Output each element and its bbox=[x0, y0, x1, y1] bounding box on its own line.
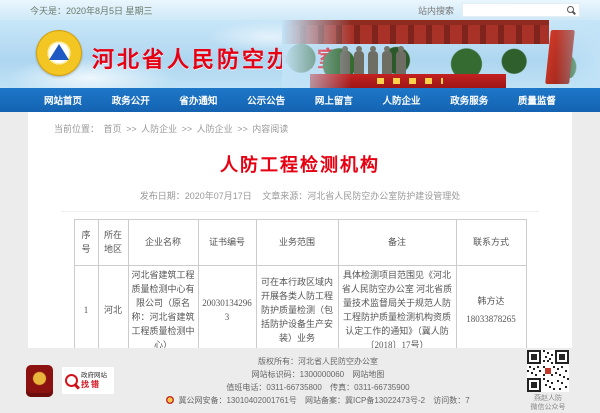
main-nav: 网站首页 政务公开 省办通知 公示公告 网上留言 人防企业 政务服务 质量监督 bbox=[0, 88, 600, 112]
breadcrumb-item-enterprises-2[interactable]: 人防企业 bbox=[197, 124, 233, 134]
find-error-magnifier-icon bbox=[65, 374, 78, 387]
content-panel: 当前位置： 首页 >> 人防企业 >> 人防企业 >> 内容阅读 人防工程检测机… bbox=[28, 112, 572, 348]
top-utility-bar: 今天是：2020年8月5日 星期三 站内搜索 bbox=[0, 0, 600, 20]
nav-item-gov-disclosure[interactable]: 政务公开 bbox=[112, 93, 150, 107]
publish-date: 发布日期：2020年07月17日 bbox=[140, 191, 252, 201]
nav-item-online-messages[interactable]: 网上留言 bbox=[315, 93, 353, 107]
col-cert-no: 证书编号 bbox=[198, 220, 256, 266]
nav-item-gov-services[interactable]: 政务服务 bbox=[450, 93, 488, 107]
footer-police-record-link[interactable]: 冀公网安备：13010402001761号 bbox=[178, 396, 296, 405]
breadcrumb-separator: >> bbox=[237, 124, 248, 134]
col-company: 企业名称 bbox=[128, 220, 198, 266]
footer-icp-record-link[interactable]: 网站备案：冀ICP备13022473号-2 bbox=[305, 396, 425, 405]
civil-air-defense-emblem-icon bbox=[36, 30, 82, 76]
cell-company: 河北省建筑工程质量检测中心有限公司（原名称：河北省建筑工程质量检测中心） bbox=[128, 266, 198, 349]
search-box bbox=[462, 3, 580, 17]
col-region: 所在地区 bbox=[98, 220, 128, 266]
find-error-line1: 政府网站 bbox=[81, 372, 107, 379]
footer-logos: 政府网站 找错 bbox=[26, 365, 114, 397]
search-input[interactable] bbox=[463, 4, 579, 16]
wechat-qr-block: 燕赵人防 微信公众号 bbox=[522, 350, 574, 412]
testing-orgs-table: 序号 所在地区 企业名称 证书编号 业务范围 备注 联系方式 1 河北 河北省建… bbox=[74, 219, 527, 348]
cell-contact: 韩方达 18033878265 bbox=[456, 266, 526, 349]
footer-duty-phone: 值班电话：0311-66735800 bbox=[226, 383, 321, 392]
col-remarks: 备注 bbox=[338, 220, 456, 266]
site-search-label: 站内搜索 bbox=[418, 4, 454, 17]
breadcrumb-separator: >> bbox=[126, 124, 137, 134]
nav-item-enterprises[interactable]: 人防企业 bbox=[383, 93, 421, 107]
footer-site-map-link[interactable]: 网站地图 bbox=[352, 370, 384, 379]
breadcrumb-item-enterprises[interactable]: 人防企业 bbox=[141, 124, 177, 134]
nav-item-announcements[interactable]: 公示公告 bbox=[247, 93, 285, 107]
search-icon[interactable] bbox=[567, 6, 574, 13]
table-header-row: 序号 所在地区 企业名称 证书编号 业务范围 备注 联系方式 bbox=[74, 220, 526, 266]
police-record-icon bbox=[166, 396, 174, 404]
cell-scope: 可在本行政区域内开展各类人防工程防护质量检测（包括防护设备生产安装）业务 bbox=[256, 266, 338, 349]
qr-code-icon bbox=[527, 350, 569, 392]
gov-website-find-error-badge[interactable]: 政府网站 找错 bbox=[62, 367, 114, 394]
breadcrumb-label: 当前位置： bbox=[54, 124, 99, 134]
col-contact: 联系方式 bbox=[456, 220, 526, 266]
main-band: 当前位置： 首页 >> 人防企业 >> 人防企业 >> 内容阅读 人防工程检测机… bbox=[0, 112, 600, 348]
col-seq: 序号 bbox=[74, 220, 98, 266]
footer-info: 版权所有：河北省人民防空办公室 网站标识码：1300000060 网站地图 值班… bbox=[114, 355, 522, 407]
cell-cert-no: 200301342963 bbox=[198, 266, 256, 349]
cell-remarks: 具体检测项目范围见《河北省人民防空办公室 河北省质量技术监督局关于规范人防工程防… bbox=[338, 266, 456, 349]
breadcrumb-item-home[interactable]: 首页 bbox=[104, 124, 122, 134]
footer-copyright: 版权所有：河北省人民防空办公室 bbox=[114, 355, 522, 368]
contact-name: 韩方达 bbox=[477, 296, 504, 306]
footer-visit-count: 访问数：7 bbox=[433, 396, 469, 405]
nav-item-quality-supervision[interactable]: 质量监督 bbox=[518, 93, 556, 107]
breadcrumb: 当前位置： 首页 >> 人防企业 >> 人防企业 >> 内容阅读 bbox=[28, 117, 572, 142]
breadcrumb-item-current: 内容阅读 bbox=[252, 124, 288, 134]
page-title: 人防工程检测机构 bbox=[28, 151, 572, 177]
site-header: 河北省人民防空办公室 bbox=[0, 20, 600, 88]
current-date: 今天是：2020年8月5日 星期三 bbox=[30, 4, 153, 17]
footer-fax: 传真：0311-66735900 bbox=[330, 383, 409, 392]
site-search: 站内搜索 bbox=[418, 3, 580, 17]
find-error-line2: 找错 bbox=[81, 380, 107, 389]
qr-caption-line1: 燕赵人防 bbox=[522, 394, 574, 403]
site-footer: 政府网站 找错 版权所有：河北省人民防空办公室 网站标识码：1300000060… bbox=[0, 348, 600, 413]
photo-fade-overlay bbox=[282, 20, 600, 88]
find-error-text: 政府网站 找错 bbox=[81, 372, 107, 389]
article-source: 文章来源：河北省人民防空办公室防护建设管理处 bbox=[262, 191, 460, 201]
qr-caption-line2: 微信公众号 bbox=[522, 403, 574, 412]
article-meta: 发布日期：2020年07月17日 文章来源：河北省人民防空办公室防护建设管理处 bbox=[61, 189, 540, 212]
footer-site-code: 网站标识码：1300000060 bbox=[252, 370, 345, 379]
cell-region: 河北 bbox=[98, 266, 128, 349]
table-row: 1 河北 河北省建筑工程质量检测中心有限公司（原名称：河北省建筑工程质量检测中心… bbox=[74, 266, 526, 349]
col-scope: 业务范围 bbox=[256, 220, 338, 266]
breadcrumb-separator: >> bbox=[182, 124, 193, 134]
header-monument-photo bbox=[282, 20, 600, 88]
cell-seq: 1 bbox=[74, 266, 98, 349]
nav-item-home[interactable]: 网站首页 bbox=[44, 93, 82, 107]
gov-agency-badge-icon[interactable] bbox=[26, 365, 53, 397]
contact-phone: 18033878265 bbox=[460, 313, 523, 327]
nav-item-office-notices[interactable]: 省办通知 bbox=[179, 93, 217, 107]
